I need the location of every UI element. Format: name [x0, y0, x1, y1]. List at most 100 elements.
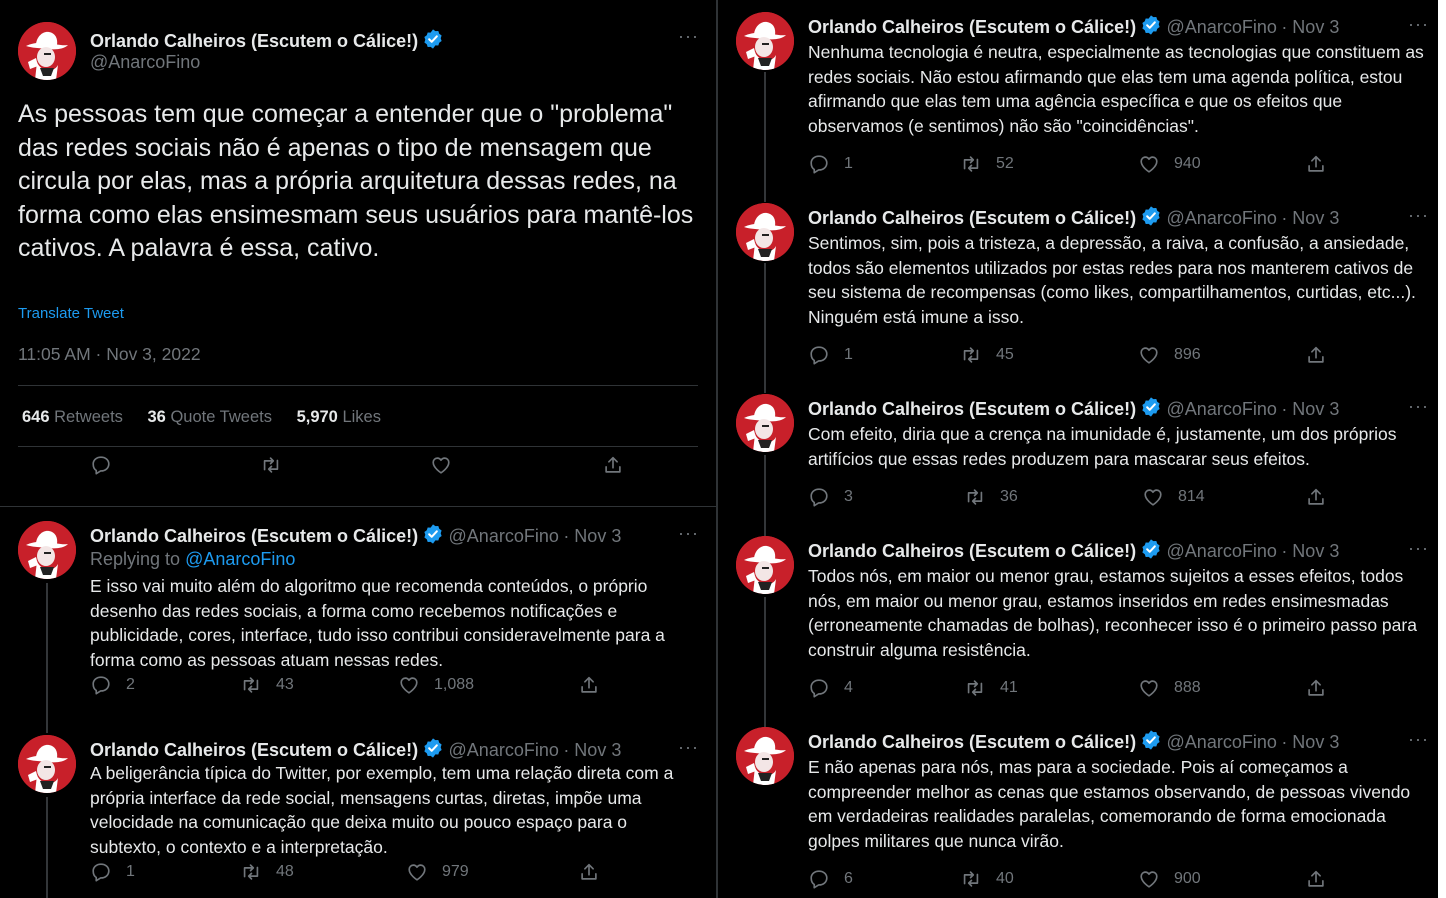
retweet-button[interactable]: 45 [960, 344, 1014, 366]
author-name[interactable]: Orlando Calheiros (Escutem o Cálice!) [90, 31, 418, 51]
author-name[interactable]: Orlando Calheiros (Escutem o Cálice!) [90, 526, 418, 546]
more-options-icon[interactable]: ··· [1408, 729, 1429, 750]
reply-count: 3 [844, 488, 853, 505]
like-button[interactable]: 979 [406, 861, 469, 883]
author-avatar[interactable] [736, 536, 794, 594]
more-options-icon[interactable]: ··· [1408, 396, 1429, 417]
tweet-date[interactable]: · Nov 3 [1281, 541, 1339, 561]
retweets-stat[interactable]: 646 Retweets [22, 408, 123, 426]
reply-button[interactable]: 2 [90, 674, 135, 696]
more-options-icon[interactable]: ··· [678, 737, 699, 758]
author-avatar[interactable] [736, 394, 794, 452]
retweet-button[interactable]: 41 [964, 677, 1018, 699]
author-name[interactable]: Orlando Calheiros (Escutem o Cálice!) [808, 208, 1136, 228]
author-avatar[interactable] [18, 521, 76, 579]
author-avatar[interactable] [18, 735, 76, 793]
more-options-icon[interactable]: ··· [1408, 205, 1429, 226]
like-icon [1138, 868, 1160, 890]
retweet-button[interactable]: 40 [960, 868, 1014, 890]
share-icon[interactable] [1305, 344, 1327, 366]
author-avatar[interactable] [736, 203, 794, 261]
share-icon[interactable] [1305, 677, 1327, 699]
tweet-date[interactable]: · Nov 3 [1281, 208, 1339, 228]
author-handle[interactable]: @AnarcoFino [1167, 17, 1277, 37]
tweet-text: Nenhuma tecnologia é neutra, especialmen… [808, 42, 1424, 136]
reply-button[interactable]: 1 [808, 153, 853, 175]
reply-button[interactable]: 6 [808, 868, 853, 890]
like-button[interactable]: 888 [1138, 677, 1201, 699]
author-name[interactable]: Orlando Calheiros (Escutem o Cálice!) [90, 740, 418, 760]
replying-to-row: Replying to @AnarcoFino [90, 549, 295, 570]
retweets-count: 646 [22, 408, 50, 426]
replying-to-link[interactable]: @AnarcoFino [185, 549, 295, 569]
retweet-icon [964, 486, 986, 508]
author-name[interactable]: Orlando Calheiros (Escutem o Cálice!) [808, 399, 1136, 419]
author-handle[interactable]: @AnarcoFino [1167, 208, 1277, 228]
retweet-button[interactable]: 43 [240, 674, 294, 696]
like-button[interactable]: 1,088 [398, 674, 474, 696]
author-handle[interactable]: @AnarcoFino [449, 740, 559, 760]
more-options-icon[interactable]: ··· [1408, 538, 1429, 559]
author-handle[interactable]: @AnarcoFino [1167, 399, 1277, 419]
more-options-icon[interactable]: ··· [678, 26, 699, 47]
translate-tweet-link[interactable]: Translate Tweet [18, 305, 124, 322]
share-icon[interactable] [578, 674, 600, 696]
like-button[interactable]: 900 [1138, 868, 1201, 890]
quotes-stat[interactable]: 36 Quote Tweets [148, 408, 272, 426]
more-options-icon[interactable]: ··· [678, 523, 699, 544]
tweet-date[interactable]: · Nov 3 [1281, 732, 1339, 752]
likes-count: 5,970 [296, 408, 338, 426]
author-handle[interactable]: @AnarcoFino [90, 52, 200, 73]
author-handle[interactable]: @AnarcoFino [1167, 732, 1277, 752]
tweet-date[interactable]: · Nov 3 [1281, 399, 1339, 419]
reply-icon [808, 868, 830, 890]
share-icon[interactable] [1305, 153, 1327, 175]
author-handle[interactable]: @AnarcoFino [1167, 541, 1277, 561]
author-avatar[interactable] [736, 727, 794, 785]
tweet-date[interactable]: · Nov 3 [563, 526, 621, 546]
retweet-button[interactable]: 48 [240, 861, 294, 883]
author-handle[interactable]: @AnarcoFino [449, 526, 559, 546]
reply-icon [90, 674, 112, 696]
like-count: 940 [1174, 155, 1201, 172]
author-name[interactable]: Orlando Calheiros (Escutem o Cálice!) [808, 541, 1136, 561]
tweet-header: Orlando Calheiros (Escutem o Cálice!) @A… [808, 205, 1339, 229]
tweet-stats: 646 Retweets 36 Quote Tweets 5,970 Likes [22, 408, 381, 427]
share-icon[interactable] [1305, 486, 1327, 508]
like-count: 888 [1174, 679, 1201, 696]
author-name[interactable]: Orlando Calheiros (Escutem o Cálice!) [808, 732, 1136, 752]
retweet-button[interactable]: 36 [964, 486, 1018, 508]
tweet-date[interactable]: · Nov 3 [563, 740, 621, 760]
like-button[interactable]: 814 [1142, 486, 1205, 508]
author-name[interactable]: Orlando Calheiros (Escutem o Cálice!) [808, 17, 1136, 37]
share-icon[interactable] [1305, 868, 1327, 890]
author-avatar[interactable] [18, 22, 76, 80]
reply-button[interactable]: 1 [808, 344, 853, 366]
likes-stat[interactable]: 5,970 Likes [297, 408, 381, 426]
retweet-count: 43 [276, 676, 294, 693]
reply-button[interactable]: 4 [808, 677, 853, 699]
share-icon[interactable] [602, 454, 624, 476]
retweet-icon [964, 677, 986, 699]
share-icon[interactable] [578, 861, 600, 883]
reply-icon [808, 677, 830, 699]
reply-icon[interactable] [90, 454, 112, 476]
like-button[interactable]: 940 [1138, 153, 1201, 175]
reply-count: 1 [844, 155, 853, 172]
frame-border [1438, 0, 1446, 898]
reply-button[interactable]: 1 [90, 861, 135, 883]
reply-button[interactable]: 3 [808, 486, 853, 508]
retweet-button[interactable]: 52 [960, 153, 1014, 175]
retweet-count: 48 [276, 863, 294, 880]
retweet-icon[interactable] [260, 454, 282, 476]
verified-icon [1140, 396, 1162, 418]
tweet-timestamp[interactable]: 11:05 AM · Nov 3, 2022 [18, 344, 201, 365]
tweet-header: Orlando Calheiros (Escutem o Cálice!) @A… [90, 523, 621, 547]
main-tweet-text: As pessoas tem que começar a entender qu… [18, 100, 694, 263]
thread-line [764, 72, 766, 202]
tweet-date[interactable]: · Nov 3 [1281, 17, 1339, 37]
like-button[interactable]: 896 [1138, 344, 1201, 366]
like-icon[interactable] [430, 454, 452, 476]
more-options-icon[interactable]: ··· [1408, 14, 1429, 35]
author-avatar[interactable] [736, 12, 794, 70]
